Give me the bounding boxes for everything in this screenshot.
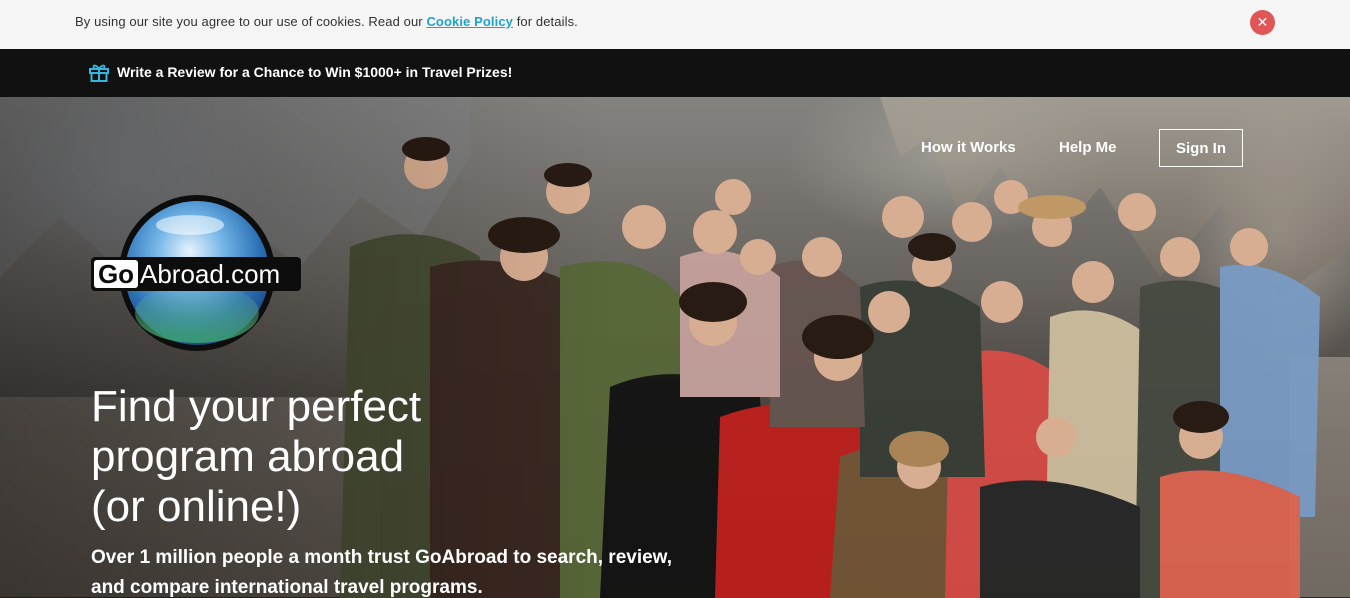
promo-banner[interactable]: Write a Review for a Chance to Win $1000… — [0, 49, 1350, 97]
cookie-banner: By using our site you agree to our use o… — [0, 0, 1350, 49]
hero-subline: Over 1 million people a month trust GoAb… — [91, 543, 691, 598]
hero-section: How it Works Help Me Sign In Go Abroad.c… — [0, 97, 1350, 598]
goabroad-logo[interactable]: Go Abroad.com — [90, 193, 302, 353]
gift-icon — [89, 64, 109, 82]
headline-line-3: (or online!) — [91, 482, 302, 531]
logo-go: Go — [98, 259, 134, 289]
sign-in-button[interactable]: Sign In — [1159, 129, 1243, 167]
nav-help-me[interactable]: Help Me — [1059, 139, 1117, 156]
cookie-policy-link[interactable]: Cookie Policy — [426, 14, 513, 29]
cookie-text-before: By using our site you agree to our use o… — [75, 14, 423, 29]
subline-line-2: and compare international travel program… — [91, 577, 483, 598]
promo-text[interactable]: Write a Review for a Chance to Win $1000… — [117, 64, 512, 80]
cookie-message: By using our site you agree to our use o… — [75, 14, 578, 29]
cookie-text-after: for details. — [516, 14, 578, 29]
hero-headline: Find your perfect program abroad (or onl… — [91, 382, 571, 532]
close-icon: ✕ — [1256, 14, 1269, 30]
nav-how-it-works[interactable]: How it Works — [921, 139, 1016, 156]
subline-line-1: Over 1 million people a month trust GoAb… — [91, 547, 673, 568]
logo-abroad: Abroad.com — [140, 259, 280, 289]
close-cookie-button[interactable]: ✕ — [1250, 10, 1275, 35]
headline-line-2: program abroad — [91, 432, 405, 481]
headline-line-1: Find your perfect — [91, 382, 422, 431]
